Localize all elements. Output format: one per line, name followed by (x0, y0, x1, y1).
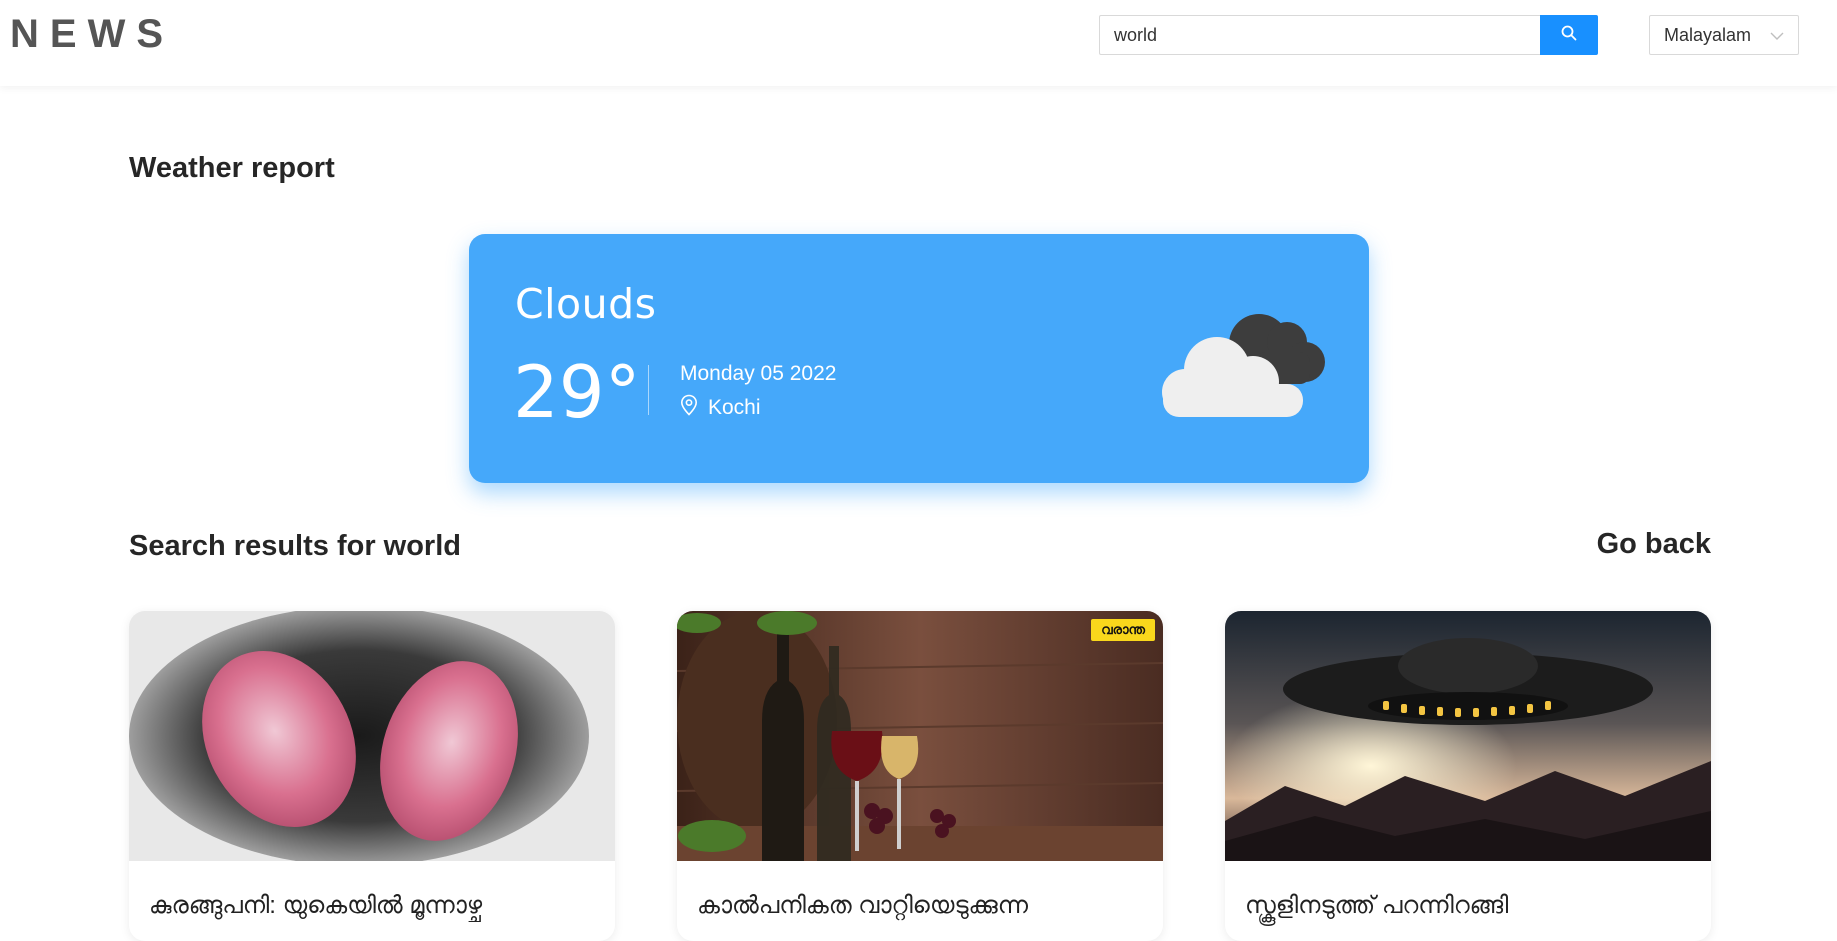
search-input[interactable] (1099, 15, 1540, 55)
news-card[interactable]: വരാന്ത കാൽപനികത വാറ്റിയെടുക്കുന്ന (677, 611, 1163, 941)
weather-temperature: 29° (513, 350, 641, 434)
news-card-image-ufo[interactable] (1225, 611, 1711, 861)
language-select[interactable]: Malayalam (1649, 15, 1799, 55)
cloud-icon (1155, 302, 1335, 427)
language-select-value: Malayalam (1664, 24, 1752, 45)
search-button[interactable] (1540, 15, 1598, 55)
news-card[interactable]: സ്കൂളിനടുത്ത് പറന്നിറങ്ങി (1225, 611, 1711, 941)
news-card-title[interactable]: സ്കൂളിനടുത്ത് പറന്നിറങ്ങി (1245, 889, 1695, 923)
search-bar (1099, 15, 1598, 55)
weather-location: Kochi (680, 394, 761, 422)
weather-divider (648, 365, 649, 415)
news-card-image-wine[interactable]: വരാന്ത (677, 611, 1163, 861)
news-card-title[interactable]: കുരങ്ങുപനി: യുകെയിൽ മൂന്നാഴ്ച (149, 889, 599, 923)
site-logo[interactable]: NEWS (10, 12, 174, 57)
search-icon (1561, 25, 1577, 46)
chevron-down-icon (1770, 25, 1784, 46)
location-pin-icon (680, 394, 698, 422)
category-badge: വരാന്ത (1091, 619, 1155, 641)
weather-condition: Clouds (515, 280, 657, 328)
news-card-title[interactable]: കാൽപനികത വാറ്റിയെടുക്കുന്ന (697, 889, 1147, 923)
weather-section-title: Weather report (129, 152, 335, 184)
weather-date: Monday 05 2022 (680, 362, 837, 385)
news-card[interactable]: കുരങ്ങുപനി: യുകെയിൽ മൂന്നാഴ്ച (129, 611, 615, 941)
weather-card: Clouds 29° Monday 05 2022 Kochi (469, 234, 1369, 483)
weather-location-label: Kochi (708, 396, 761, 419)
top-header: NEWS Malayalam (0, 0, 1837, 86)
news-card-image-monkeypox[interactable] (129, 611, 615, 861)
go-back-link[interactable]: Go back (1597, 528, 1711, 561)
results-section-title: Search results for world (129, 530, 461, 562)
